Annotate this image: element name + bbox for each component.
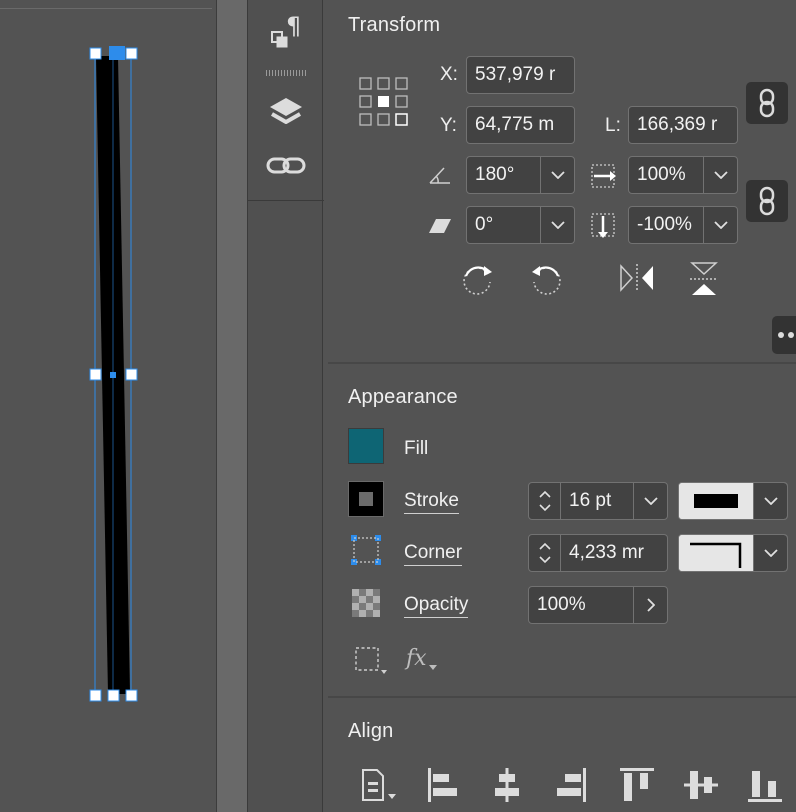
stepper-arrows-icon (538, 542, 551, 564)
chevron-down-icon[interactable] (540, 157, 574, 193)
rotate-counterclockwise-icon[interactable] (528, 262, 564, 298)
align-to-selection-icon[interactable] (360, 768, 400, 804)
align-vertical-centers-icon[interactable] (682, 766, 720, 804)
opacity-field[interactable]: 100% (528, 586, 668, 624)
chevron-down-icon[interactable] (540, 207, 574, 243)
scale-y-value[interactable]: -100% (629, 207, 703, 243)
chevron-down-icon[interactable] (753, 535, 787, 571)
scale-x-dropdown[interactable]: 100% (628, 156, 738, 194)
canvas-scrollbar[interactable] (216, 0, 247, 812)
fx-effects-button[interactable]: fx (406, 646, 427, 671)
square-corner-icon (690, 542, 742, 568)
x-label: X: (440, 64, 458, 85)
corner-size-stepper[interactable] (529, 535, 561, 571)
stroke-swatch-icon[interactable] (348, 481, 384, 517)
frame-effects-icon[interactable] (354, 646, 388, 676)
appearance-title: Appearance (348, 386, 458, 408)
corner-size-field[interactable]: 4,233 mr (528, 534, 668, 572)
align-top-edges-icon[interactable] (618, 766, 656, 804)
corner-shape-dropdown[interactable] (678, 534, 788, 572)
stroke-type-dropdown[interactable] (678, 482, 788, 520)
stroke-weight-value[interactable]: 16 pt (561, 483, 633, 519)
paragraph-styles-icon[interactable]: ¶ (266, 12, 306, 52)
rotation-angle-dropdown[interactable]: 180° (466, 156, 575, 194)
fx-dropdown-icon[interactable] (428, 664, 438, 672)
align-title: Align (348, 720, 394, 742)
flip-vertical-icon[interactable] (688, 260, 720, 298)
corner-label[interactable]: Corner (404, 541, 463, 566)
chevron-down-icon[interactable] (703, 207, 737, 243)
shear-angle-icon (429, 219, 451, 233)
opacity-value[interactable]: 100% (529, 587, 633, 623)
align-horizontal-centers-icon[interactable] (490, 766, 524, 804)
scale-y-dropdown[interactable]: -100% (628, 206, 738, 244)
corner-options-icon[interactable] (350, 534, 382, 566)
constrain-proportions-scale-button[interactable] (746, 180, 788, 222)
rotate-clockwise-icon[interactable] (460, 262, 496, 298)
flip-horizontal-icon[interactable] (618, 262, 656, 294)
properties-panel: Transform X: 537,979 r Y: 64,775 m L: 16… (328, 0, 796, 812)
selected-line-object[interactable] (0, 0, 216, 812)
y-label: Y: (440, 115, 457, 136)
document-canvas[interactable] (0, 0, 216, 812)
stroke-type-preview[interactable] (679, 483, 753, 519)
more-dots-icon (778, 332, 794, 338)
stroke-weight-stepper[interactable] (529, 483, 561, 519)
transform-title: Transform (348, 14, 441, 36)
x-position-field[interactable]: 537,979 r (466, 56, 575, 94)
chevron-down-icon[interactable] (753, 483, 787, 519)
panel-options-button[interactable] (772, 316, 796, 354)
length-field[interactable]: 166,369 r (628, 106, 738, 144)
chain-link-icon (759, 186, 775, 216)
scrollbar-thumb[interactable] (217, 0, 247, 812)
chevron-down-icon[interactable] (633, 483, 667, 519)
align-right-edges-icon[interactable] (554, 766, 588, 804)
opacity-checkerboard-icon[interactable] (352, 589, 380, 617)
layers-icon[interactable] (266, 92, 306, 132)
align-left-edges-icon[interactable] (426, 766, 460, 804)
chain-link-icon (759, 88, 775, 118)
l-label: L: (605, 115, 621, 136)
fill-label[interactable]: Fill (404, 438, 428, 460)
scale-x-icon (591, 164, 616, 188)
chevron-down-icon[interactable] (703, 157, 737, 193)
reference-point-icon[interactable] (358, 76, 412, 130)
shear-angle-dropdown[interactable]: 0° (466, 206, 575, 244)
corner-size-value[interactable]: 4,233 mr (561, 535, 667, 571)
panel-dock-strip: ¶ (247, 0, 324, 812)
dock-separator (248, 200, 324, 201)
dock-grip[interactable] (266, 70, 306, 76)
stroke-label[interactable]: Stroke (404, 489, 459, 514)
section-divider (328, 696, 796, 698)
y-position-field[interactable]: 64,775 m (466, 106, 575, 144)
rotation-angle-icon (429, 167, 450, 184)
chevron-right-icon[interactable] (633, 587, 667, 623)
scale-y-icon (591, 213, 615, 238)
scale-x-value[interactable]: 100% (629, 157, 703, 193)
align-bottom-edges-icon[interactable] (746, 766, 784, 804)
section-divider (328, 362, 796, 364)
links-icon[interactable] (266, 146, 306, 186)
rotation-angle-value[interactable]: 180° (467, 157, 540, 193)
stroke-weight-field[interactable]: 16 pt (528, 482, 668, 520)
solid-stroke-icon (694, 494, 738, 508)
shear-angle-value[interactable]: 0° (467, 207, 540, 243)
constrain-proportions-size-button[interactable] (746, 82, 788, 124)
corner-shape-preview[interactable] (679, 535, 753, 571)
opacity-label[interactable]: Opacity (404, 593, 469, 618)
fill-swatch[interactable] (348, 428, 384, 464)
svg-text:¶: ¶ (286, 12, 301, 40)
stepper-arrows-icon (538, 490, 551, 512)
